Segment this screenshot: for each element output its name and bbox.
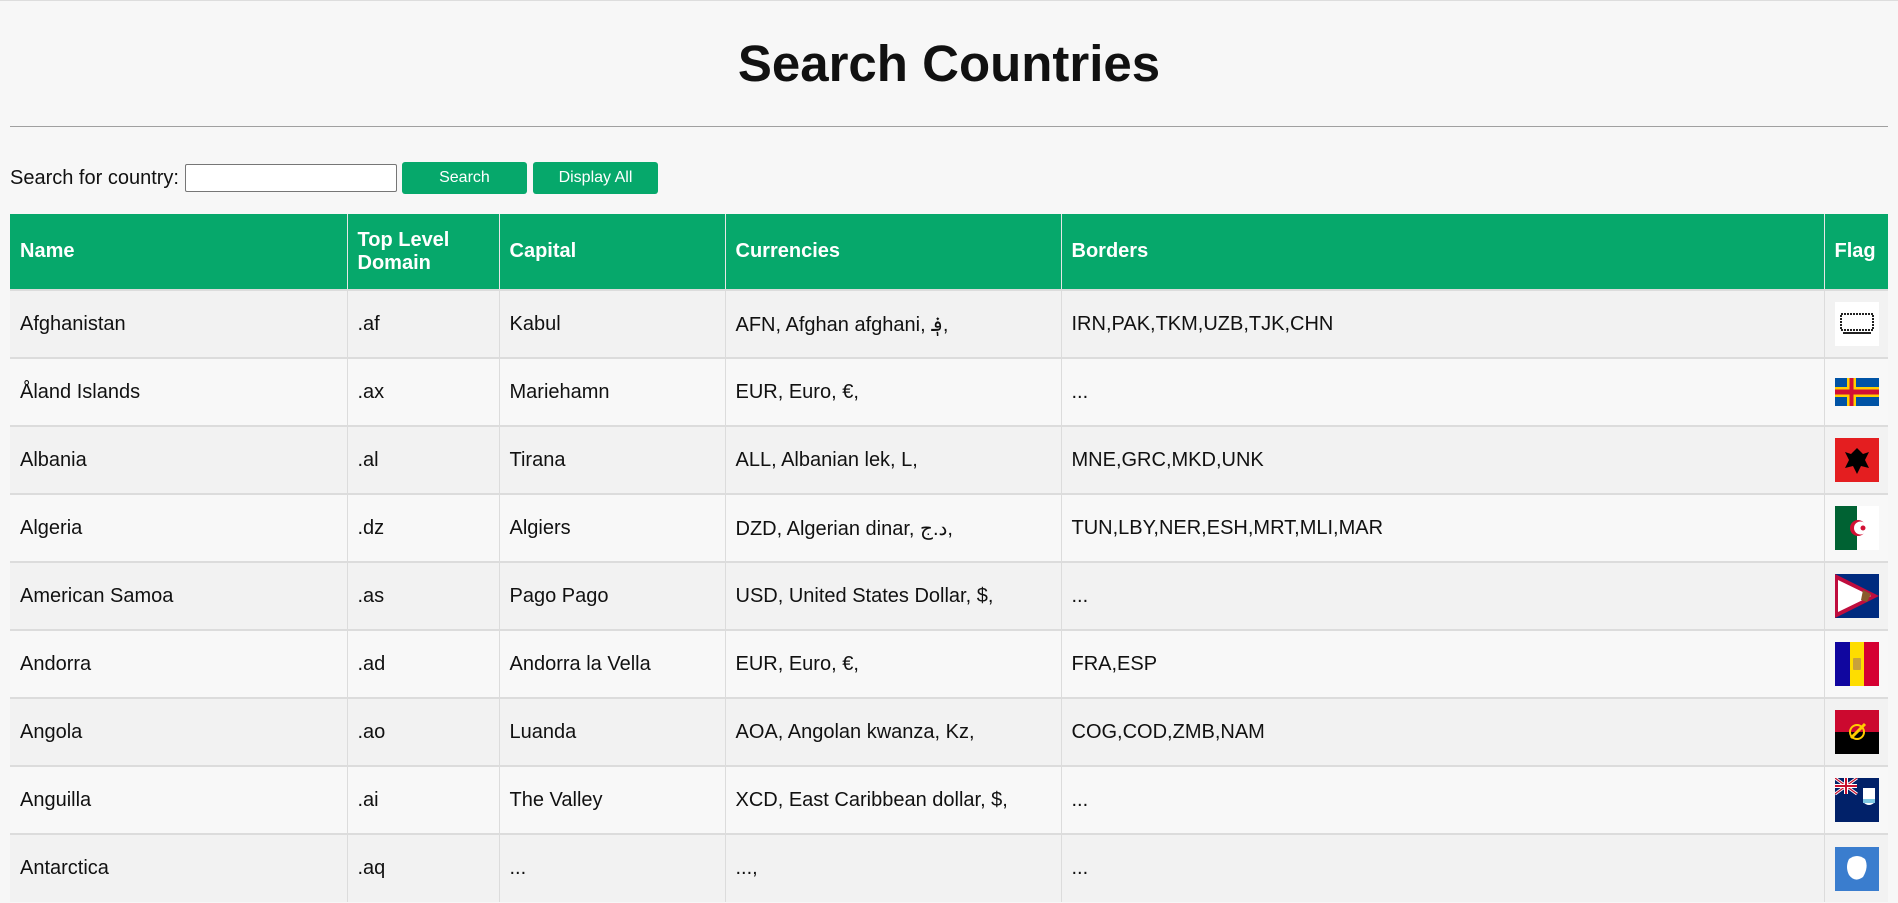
cell-flag <box>1824 629 1888 698</box>
antarctica-flag <box>1834 846 1879 891</box>
cell-tld: .ai <box>347 765 500 834</box>
table-row: Åland Islands .ax Mariehamn EUR, Euro, €… <box>10 357 1888 426</box>
search-input[interactable] <box>184 164 397 192</box>
table-row: Andorra .ad Andorra la Vella EUR, Euro, … <box>10 629 1888 698</box>
cell-name: Algeria <box>10 493 348 562</box>
cell-currencies: USD, United States Dollar, $, <box>725 561 1062 630</box>
table-row: Angola .ao Luanda AOA, Angolan kwanza, K… <box>10 697 1888 766</box>
table-header-row: Name Top Level Domain Capital Currencies… <box>10 214 1888 290</box>
display-all-button[interactable]: Display All <box>532 162 658 194</box>
table-row: Afghanistan .af Kabul AFN, Afghan afghan… <box>10 289 1888 358</box>
cell-borders: IRN,PAK,TKM,UZB,TJK,CHN <box>1061 289 1825 358</box>
cell-capital: Andorra la Vella <box>499 629 726 698</box>
angola-flag <box>1834 710 1879 754</box>
cell-tld: .as <box>347 561 500 630</box>
table-row: Algeria .dz Algiers DZD, Algerian dinar,… <box>10 493 1888 562</box>
cell-borders: ... <box>1061 357 1825 426</box>
algeria-flag <box>1834 506 1879 550</box>
cell-flag <box>1824 493 1888 562</box>
cell-currencies: DZD, Algerian dinar, د.ج, <box>725 493 1062 562</box>
cell-tld: .ad <box>347 629 500 698</box>
countries-table: Name Top Level Domain Capital Currencies… <box>10 214 1888 902</box>
table-row: Anguilla .ai The Valley XCD, East Caribb… <box>10 765 1888 834</box>
cell-tld: .ao <box>347 697 500 766</box>
cell-name: American Samoa <box>10 561 348 630</box>
cell-flag <box>1824 765 1888 834</box>
cell-name: Andorra <box>10 629 348 698</box>
cell-name: Albania <box>10 425 348 494</box>
cell-capital: ... <box>499 833 726 902</box>
cell-currencies: XCD, East Caribbean dollar, $, <box>725 765 1062 834</box>
cell-tld: .aq <box>347 833 500 902</box>
cell-capital: The Valley <box>499 765 726 834</box>
cell-capital: Pago Pago <box>499 561 726 630</box>
search-button[interactable]: Search <box>401 162 527 194</box>
header-capital: Capital <box>499 214 726 290</box>
cell-capital: Algiers <box>499 493 726 562</box>
cell-currencies: AOA, Angolan kwanza, Kz, <box>725 697 1062 766</box>
cell-capital: Mariehamn <box>499 357 726 426</box>
cell-tld: .dz <box>347 493 500 562</box>
cell-flag <box>1824 833 1888 902</box>
cell-tld: .al <box>347 425 500 494</box>
table-row: Antarctica .aq ... ..., ... <box>10 833 1888 902</box>
cell-currencies: ..., <box>725 833 1062 902</box>
cell-flag <box>1824 357 1888 426</box>
american-samoa-flag <box>1834 574 1879 618</box>
cell-borders: COG,COD,ZMB,NAM <box>1061 697 1825 766</box>
cell-borders: ... <box>1061 765 1825 834</box>
cell-flag <box>1824 425 1888 494</box>
andorra-flag <box>1834 642 1879 686</box>
table-row: Albania .al Tirana ALL, Albanian lek, L,… <box>10 425 1888 494</box>
header-flag: Flag <box>1834 240 1876 262</box>
cell-currencies: EUR, Euro, €, <box>725 357 1062 426</box>
header-borders: Borders <box>1061 214 1825 290</box>
page-title: Search Countries <box>737 35 1161 92</box>
cell-flag <box>1824 561 1888 630</box>
afghanistan-flag <box>1834 302 1879 346</box>
cell-name: Antarctica <box>10 833 348 902</box>
header-currencies: Currencies <box>725 214 1062 290</box>
cell-currencies: EUR, Euro, €, <box>725 629 1062 698</box>
cell-borders: TUN,LBY,NER,ESH,MRT,MLI,MAR <box>1061 493 1825 562</box>
cell-capital: Luanda <box>499 697 726 766</box>
cell-name: Anguilla <box>10 765 348 834</box>
albania-flag <box>1834 438 1879 482</box>
page: Search Countries Search for country: Sea… <box>0 1 1898 902</box>
cell-borders: MNE,GRC,MKD,UNK <box>1061 425 1825 494</box>
cell-borders: ... <box>1061 561 1825 630</box>
header-name: Name <box>10 214 348 290</box>
anguilla-flag <box>1834 778 1879 822</box>
search-bar: Search for country: Search Display All <box>10 161 1888 195</box>
cell-borders: FRA,ESP <box>1061 629 1825 698</box>
cell-borders: ... <box>1061 833 1825 902</box>
cell-name: Afghanistan <box>10 289 348 358</box>
cell-currencies: AFN, Afghan afghani, ؋, <box>725 289 1062 358</box>
divider <box>10 126 1888 127</box>
table-row: American Samoa .as Pago Pago USD, United… <box>10 561 1888 630</box>
aland-islands-flag <box>1834 378 1879 406</box>
cell-name: Åland Islands <box>10 357 348 426</box>
cell-capital: Kabul <box>499 289 726 358</box>
cell-capital: Tirana <box>499 425 726 494</box>
cell-tld: .af <box>347 289 500 358</box>
cell-tld: .ax <box>347 357 500 426</box>
cell-flag <box>1824 697 1888 766</box>
search-label: Search for country: <box>10 166 179 189</box>
cell-flag <box>1824 289 1888 358</box>
cell-currencies: ALL, Albanian lek, L, <box>725 425 1062 494</box>
cell-name: Angola <box>10 697 348 766</box>
header-tld: Top Level Domain <box>347 214 500 290</box>
